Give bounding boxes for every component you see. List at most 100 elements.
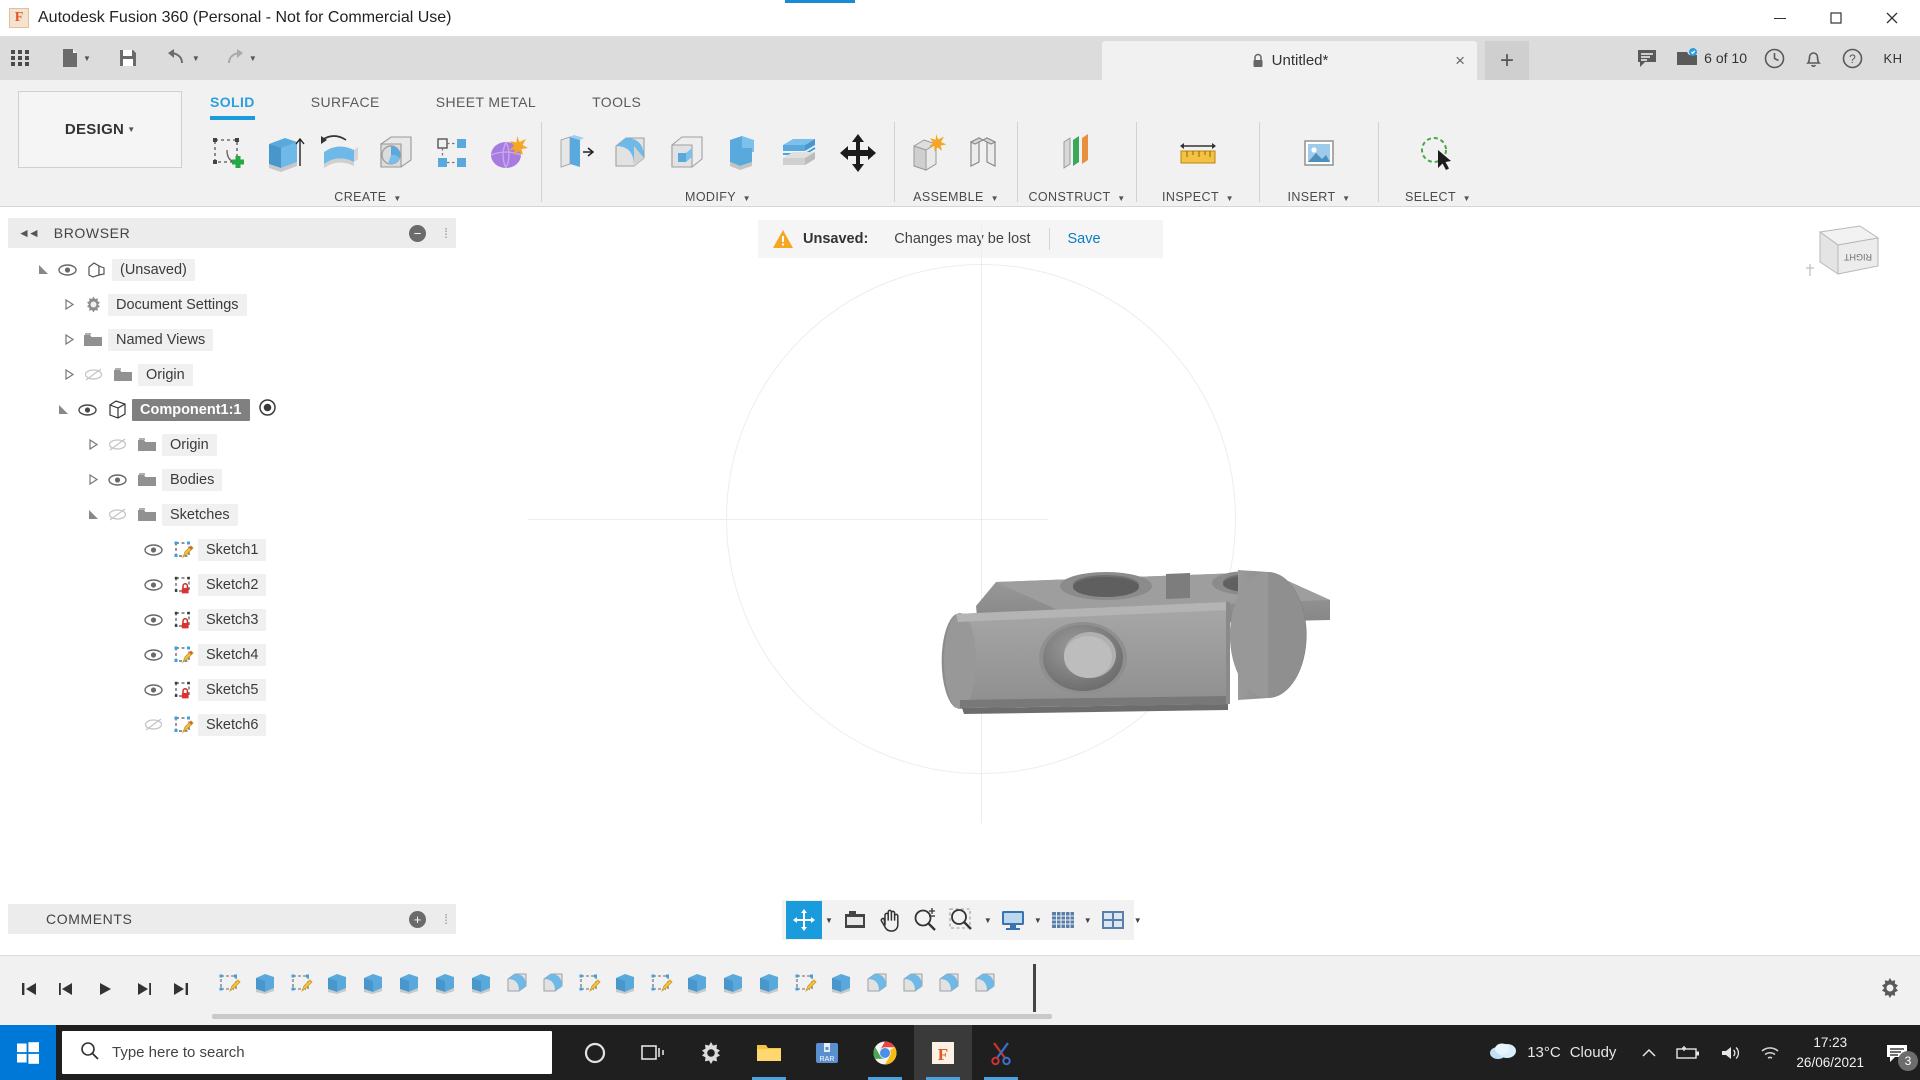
timeline-feature-fillet[interactable] xyxy=(932,966,968,1000)
tree-node-document-settings[interactable]: Document Settings xyxy=(8,287,456,322)
taskbar-clock[interactable]: 17:23 26/06/2021 xyxy=(1796,1033,1864,1072)
pattern-icon[interactable] xyxy=(424,124,480,182)
document-tab[interactable]: Untitled* × xyxy=(1102,41,1477,80)
panel-grip[interactable]: ⁞ xyxy=(444,225,448,241)
ribbon-group-label-select[interactable]: SELECT ▼ xyxy=(1405,190,1471,204)
chevron-down-icon[interactable]: ▼ xyxy=(83,54,91,63)
timeline-feature-fillet[interactable] xyxy=(968,966,1004,1000)
visibility-eye-icon[interactable] xyxy=(138,648,168,662)
tree-node-sketch2[interactable]: Sketch2 xyxy=(8,567,456,602)
pan-hand-button[interactable] xyxy=(873,901,907,939)
timeline-feature-sketch[interactable] xyxy=(212,966,248,1000)
visibility-eye-icon[interactable] xyxy=(102,473,132,487)
cortana-icon[interactable] xyxy=(566,1025,624,1080)
timeline-feature-fillet[interactable] xyxy=(860,966,896,1000)
shell-icon[interactable] xyxy=(659,124,715,182)
timeline-feature-extrude[interactable] xyxy=(680,966,716,1000)
chevron-down-icon[interactable]: ▼ xyxy=(249,54,257,63)
timeline-feature-fillet[interactable] xyxy=(536,966,572,1000)
revolve-icon[interactable] xyxy=(312,124,368,182)
tab-surface[interactable]: SURFACE xyxy=(311,90,380,114)
user-avatar[interactable]: KH xyxy=(1878,43,1908,73)
timeline-feature-extrude[interactable] xyxy=(356,966,392,1000)
activate-radio-icon[interactable] xyxy=(258,398,277,421)
extrude-icon[interactable] xyxy=(256,124,312,182)
tree-node-origin-doc[interactable]: Origin xyxy=(8,357,456,392)
timeline-end-marker[interactable] xyxy=(1033,964,1036,1012)
chevron-down-icon[interactable]: ▼ xyxy=(825,916,833,925)
viewports-button[interactable] xyxy=(1095,901,1131,939)
timeline-feature-sketch[interactable] xyxy=(788,966,824,1000)
ribbon-group-label-construct[interactable]: CONSTRUCT ▼ xyxy=(1028,190,1125,204)
offset-face-icon[interactable] xyxy=(771,124,827,182)
view-cube[interactable]: RIGHT xyxy=(1800,218,1885,288)
timeline-feature-sketch[interactable] xyxy=(644,966,680,1000)
battery-charging-icon[interactable] xyxy=(1666,1045,1710,1061)
fillet-icon[interactable] xyxy=(603,124,659,182)
timeline-feature-extrude[interactable] xyxy=(608,966,644,1000)
timeline-feature-extrude[interactable] xyxy=(428,966,464,1000)
go-to-end-icon[interactable] xyxy=(162,972,200,1006)
add-comment-icon[interactable]: + xyxy=(409,910,426,928)
workspace-selector[interactable]: DESIGN ▼ xyxy=(18,91,182,168)
move-copy-icon[interactable] xyxy=(827,124,889,182)
chevron-down-icon[interactable]: ▼ xyxy=(192,54,200,63)
winrar-icon[interactable]: RAR xyxy=(798,1025,856,1080)
minimize-button[interactable] xyxy=(1752,0,1808,36)
go-to-beginning-icon[interactable] xyxy=(10,972,48,1006)
measure-icon[interactable] xyxy=(1170,124,1226,182)
clock-icon[interactable] xyxy=(1755,36,1794,80)
expand-arrow-icon[interactable] xyxy=(34,263,52,276)
settings-gear-icon[interactable] xyxy=(682,1025,740,1080)
timeline-feature-sketch[interactable] xyxy=(572,966,608,1000)
tab-solid[interactable]: SOLID xyxy=(210,90,255,120)
ribbon-group-label-modify[interactable]: MODIFY ▼ xyxy=(685,190,751,204)
close-button[interactable] xyxy=(1864,0,1920,36)
snipping-tool-icon[interactable] xyxy=(972,1025,1030,1080)
new-document-icon[interactable]: ▼ xyxy=(54,36,97,80)
tab-sheet-metal[interactable]: SHEET METAL xyxy=(436,90,536,114)
chrome-icon[interactable] xyxy=(856,1025,914,1080)
task-view-icon[interactable] xyxy=(624,1025,682,1080)
timeline-feature-fillet[interactable] xyxy=(896,966,932,1000)
comment-icon[interactable] xyxy=(1627,36,1667,80)
maximize-button[interactable] xyxy=(1808,0,1864,36)
collapse-panel-icon[interactable]: − xyxy=(409,224,426,242)
tree-node-unsaved[interactable]: (Unsaved) xyxy=(8,252,456,287)
visibility-eye-hidden-icon[interactable] xyxy=(78,367,108,382)
close-tab-icon[interactable]: × xyxy=(1455,52,1465,69)
step-back-icon[interactable] xyxy=(48,972,86,1006)
timeline-feature-extrude[interactable] xyxy=(716,966,752,1000)
orbit-button[interactable] xyxy=(786,901,822,939)
step-forward-icon[interactable] xyxy=(124,972,162,1006)
ribbon-group-label-assemble[interactable]: ASSEMBLE ▼ xyxy=(913,190,999,204)
visibility-eye-icon[interactable] xyxy=(138,543,168,557)
volume-icon[interactable] xyxy=(1710,1044,1750,1062)
search-input[interactable]: Type here to search xyxy=(62,1031,552,1074)
joint-icon[interactable] xyxy=(956,124,1012,182)
fit-window-button[interactable] xyxy=(943,901,981,939)
tree-node-sketch3[interactable]: Sketch3 xyxy=(8,602,456,637)
timeline-feature-extrude[interactable] xyxy=(320,966,356,1000)
timeline-settings-gear-icon[interactable] xyxy=(1878,976,1902,1005)
chevron-down-icon[interactable]: ▼ xyxy=(1084,916,1092,925)
tree-node-bodies[interactable]: Bodies xyxy=(8,462,456,497)
timeline-feature-extrude[interactable] xyxy=(752,966,788,1000)
ribbon-group-label-inspect[interactable]: INSPECT ▼ xyxy=(1162,190,1234,204)
expand-arrow-icon[interactable] xyxy=(54,403,72,416)
tree-node-sketches[interactable]: Sketches xyxy=(8,497,456,532)
timeline-scrollbar[interactable] xyxy=(212,1014,1052,1019)
sweep-icon[interactable] xyxy=(368,124,424,182)
tab-tools[interactable]: TOOLS xyxy=(592,90,641,114)
weather-widget[interactable]: 13°C Cloudy xyxy=(1488,1039,1616,1066)
press-pull-icon[interactable] xyxy=(547,124,603,182)
visibility-eye-icon[interactable] xyxy=(138,578,168,592)
bell-icon[interactable] xyxy=(1794,36,1833,80)
collapse-arrow-icon[interactable] xyxy=(84,473,102,486)
tree-node-named-views[interactable]: Named Views xyxy=(8,322,456,357)
tree-node-component1[interactable]: Component1:1 xyxy=(8,392,456,427)
redo-icon[interactable]: ▼ xyxy=(216,36,263,80)
visibility-eye-icon[interactable] xyxy=(138,613,168,627)
chevron-down-icon[interactable]: ▼ xyxy=(1034,916,1042,925)
tree-node-sketch4[interactable]: Sketch4 xyxy=(8,637,456,672)
